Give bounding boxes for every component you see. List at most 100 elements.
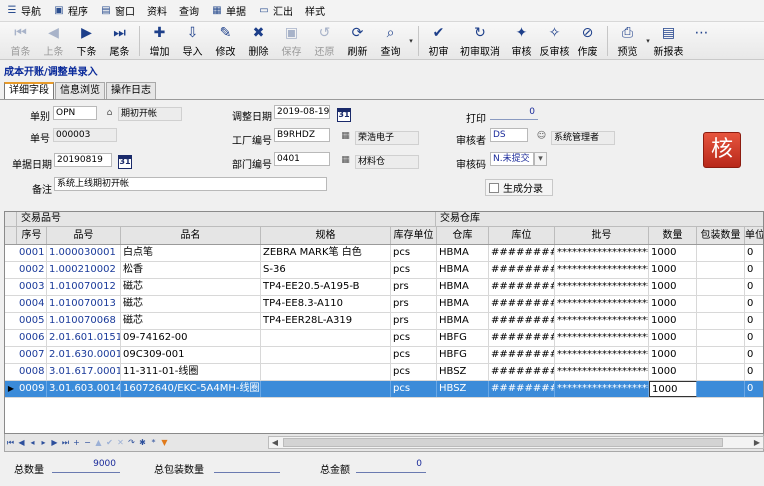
nav-button-5-icon[interactable]: ⏭ [60, 436, 71, 450]
table-row[interactable]: 0003 1.010070012 磁芯 TP4-EE20.5-A195-B prs HBM… [5, 279, 763, 296]
cell-5[interactable]: HBSZ [437, 364, 489, 380]
tab-info-browse[interactable]: 信息浏览 [55, 82, 105, 99]
cell-1[interactable]: 1.000210002 [47, 262, 121, 278]
delete-button[interactable]: ✖ 删除 [242, 22, 275, 60]
calendar-icon[interactable]: 31 [118, 155, 132, 169]
factory-input[interactable]: B9RHDZ [274, 128, 330, 142]
nav-button-7-icon[interactable]: − [82, 436, 93, 450]
menu-item-4[interactable]: 查询 [179, 3, 199, 18]
cell-9[interactable] [697, 296, 745, 312]
cell-7[interactable]: ******************** [555, 364, 649, 380]
nav-button-6-icon[interactable]: + [71, 436, 82, 450]
cell-1[interactable]: 3.01.617.0001 [47, 364, 121, 380]
cell-6[interactable]: ########## [489, 262, 555, 278]
dropdown-arrow-icon[interactable]: ▾ [407, 22, 415, 60]
cell-6[interactable]: ########## [489, 279, 555, 295]
tab-detail-fields[interactable]: 详细字段 [4, 82, 54, 99]
cell-5[interactable]: HBMA [437, 245, 489, 261]
cell-2[interactable]: 09-74162-00 [121, 330, 261, 346]
cell-9[interactable] [697, 347, 745, 363]
menu-item-0[interactable]: ☰ 导航 [6, 3, 41, 19]
cell-6[interactable]: ########## [489, 364, 555, 380]
add-button[interactable]: ✚ 增加 [143, 22, 176, 60]
cell-10[interactable]: 0 [745, 364, 763, 380]
lookup-icon[interactable]: ⌂ [103, 107, 116, 120]
cell-10[interactable]: 0 [745, 381, 763, 397]
cell-8[interactable]: 1000 [649, 245, 697, 261]
column-header-10[interactable]: 单位 [745, 227, 763, 244]
lookup-icon[interactable]: ▦ [339, 130, 352, 143]
cell-5[interactable]: HBFG [437, 347, 489, 363]
table-row[interactable]: 0008 3.01.617.0001 11-311-01-线圈 pcs HBSZ ####… [5, 364, 763, 381]
cell-9[interactable] [697, 330, 745, 346]
cell-8[interactable]: 1000 [649, 313, 697, 329]
cell-2[interactable]: 磁芯 [121, 279, 261, 295]
cell-10[interactable]: 0 [745, 296, 763, 312]
cell-2[interactable]: 磁芯 [121, 296, 261, 312]
column-header-0[interactable]: 序号 [17, 227, 47, 244]
horizontal-scrollbar[interactable]: ◀ ▶ [268, 436, 764, 449]
menu-item-3[interactable]: 资料 [147, 3, 167, 18]
cell-0[interactable]: 0003 [17, 279, 47, 295]
menu-item-5[interactable]: ▦ 单据 [211, 3, 246, 19]
table-row[interactable]: 0005 1.010070068 磁芯 TP4-EER28L-A319 prs HBMA #… [5, 313, 763, 330]
cell-3[interactable]: S-36 [261, 262, 391, 278]
nav-button-11-icon[interactable]: ↷ [126, 436, 137, 450]
query-button[interactable]: ⌕ 查询 [374, 22, 407, 60]
cell-9[interactable] [697, 313, 745, 329]
import-button[interactable]: ⇩ 导入 [176, 22, 209, 60]
dropdown-arrow-icon[interactable]: ▾ [644, 22, 652, 60]
cell-4[interactable]: pcs [391, 364, 437, 380]
cell-6[interactable]: ########## [489, 245, 555, 261]
cell-7[interactable]: ******************** [555, 296, 649, 312]
nav-button-0-icon[interactable]: ⏮ [5, 436, 16, 450]
cell-7[interactable]: ******************** [555, 245, 649, 261]
cell-4[interactable]: pcs [391, 330, 437, 346]
nav-button-3-icon[interactable]: ▸ [38, 436, 49, 450]
cell-3[interactable]: TP4-EE8.3-A110 [261, 296, 391, 312]
cell-1[interactable]: 2.01.601.0151 [47, 330, 121, 346]
cell-5[interactable]: HBFG [437, 330, 489, 346]
cell-3[interactable]: TP4-EER28L-A319 [261, 313, 391, 329]
cell-0[interactable]: 0007 [17, 347, 47, 363]
cell-0[interactable]: 0002 [17, 262, 47, 278]
cell-1[interactable]: 3.01.603.0014 [47, 381, 121, 397]
cell-4[interactable]: prs [391, 296, 437, 312]
cell-3[interactable]: ZEBRA MARK笔 白色 [261, 245, 391, 261]
cell-0[interactable]: 0008 [17, 364, 47, 380]
save-button[interactable]: ▣ 保存 [275, 22, 308, 60]
cell-3[interactable] [261, 364, 391, 380]
cell-2[interactable]: 松香 [121, 262, 261, 278]
cell-0[interactable]: 0006 [17, 330, 47, 346]
cell-6[interactable]: ########## [489, 313, 555, 329]
more-button[interactable]: ⋯ [685, 22, 718, 60]
table-row[interactable]: 0006 2.01.601.0151 09-74162-00 pcs HBFG #####… [5, 330, 763, 347]
dept-input[interactable]: 0401 [274, 152, 330, 166]
column-header-6[interactable]: 库位 [489, 227, 555, 244]
cell-6[interactable]: ########## [489, 330, 555, 346]
cell-0[interactable]: 0005 [17, 313, 47, 329]
next-button[interactable]: ▶ 下条 [70, 22, 103, 60]
cell-1[interactable]: 2.01.630.0001 [47, 347, 121, 363]
cell-10[interactable]: 0 [745, 279, 763, 295]
cell-7[interactable]: ******************** [555, 262, 649, 278]
cell-2[interactable]: 磁芯 [121, 313, 261, 329]
checkbox-icon[interactable] [489, 182, 499, 193]
cell-9[interactable] [697, 279, 745, 295]
nav-button-12-icon[interactable]: ✱ [137, 436, 148, 450]
table-row[interactable]: ▶ 0009 3.01.603.0014 16072640/EKC-5A4MH-线圈 p… [5, 381, 763, 398]
cell-1[interactable]: 1.010070012 [47, 279, 121, 295]
cancel-first-audit-button[interactable]: ↻ 初审取消 [455, 22, 505, 60]
cell-8[interactable]: 1000 [649, 262, 697, 278]
chevron-down-icon[interactable]: ▾ [534, 152, 547, 166]
refresh-button[interactable]: ⟳ 刷新 [341, 22, 374, 60]
column-header-4[interactable]: 库存单位 [391, 227, 437, 244]
nav-button-8-icon[interactable]: ▲ [93, 436, 104, 450]
cell-8[interactable]: 1000 [649, 296, 697, 312]
date-input[interactable]: 20190819 [54, 153, 112, 167]
table-row[interactable]: 0007 2.01.630.0001 09C309-001 pcs HBFG ######… [5, 347, 763, 364]
cell-4[interactable]: pcs [391, 381, 437, 397]
nav-button-2-icon[interactable]: ◂ [27, 436, 38, 450]
cell-4[interactable]: pcs [391, 347, 437, 363]
cell-1[interactable]: 1.000030001 [47, 245, 121, 261]
